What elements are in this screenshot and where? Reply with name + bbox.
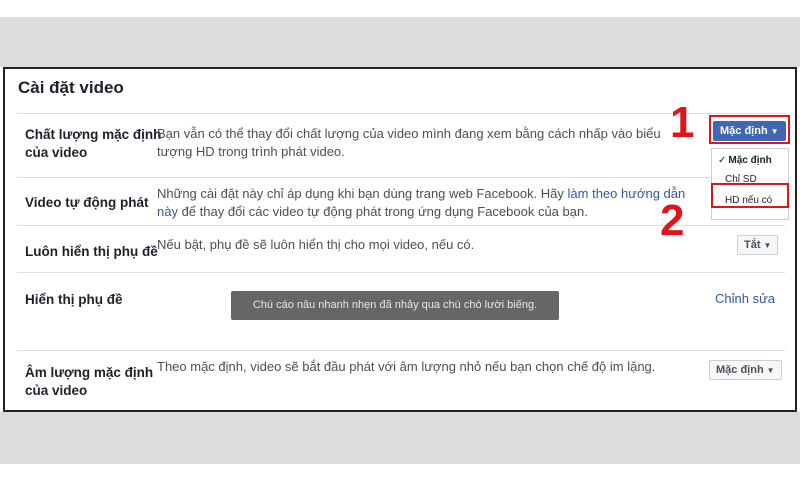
default-quality-label-line2: của video bbox=[25, 145, 88, 160]
always-show-captions-toggle[interactable]: Tắt ▼ bbox=[737, 235, 779, 255]
autoplay-guide-link-cont[interactable]: này bbox=[157, 204, 178, 219]
default-volume-dropdown-label: Mặc định bbox=[716, 364, 764, 376]
caption-preview: Chú cáo nâu nhanh nhẹn đã nhảy qua chú c… bbox=[231, 291, 559, 320]
step-1-annotation: 1 bbox=[670, 98, 695, 147]
default-quality-description-line2: tượng HD trong trình phát video. bbox=[157, 144, 345, 159]
default-volume-description: Theo mặc định, video sẽ bắt đầu phát với… bbox=[157, 359, 656, 374]
autoplay-description-line1: Những cài đặt này chỉ áp dụng khi bạn dù… bbox=[157, 186, 686, 201]
step-2-annotation: 2 bbox=[660, 196, 685, 245]
caret-down-icon: ▼ bbox=[763, 241, 772, 250]
default-quality-label-line1: Chất lượng mặc định bbox=[25, 127, 162, 142]
default-volume-label: Âm lượng mặc định của video bbox=[25, 364, 153, 400]
bottom-background-band bbox=[0, 412, 800, 464]
highlight-box-hd-option bbox=[711, 183, 789, 208]
caption-edit-link[interactable]: Chỉnh sửa bbox=[715, 291, 775, 306]
highlight-box-quality-dropdown bbox=[709, 115, 790, 144]
default-volume-label-line2: của video bbox=[25, 383, 88, 398]
always-show-captions-toggle-label: Tắt bbox=[744, 239, 761, 251]
default-quality-label: Chất lượng mặc định của video bbox=[25, 126, 161, 162]
autoplay-description-line2: này để thay đổi các video tự động phát t… bbox=[157, 204, 588, 219]
always-show-captions-label: Luôn hiển thị phụ đề bbox=[25, 244, 158, 259]
quality-option-default[interactable]: ✓ Mặc định bbox=[718, 155, 772, 166]
default-volume-label-line1: Âm lượng mặc định bbox=[25, 365, 154, 380]
caption-display-label: Hiển thị phụ đề bbox=[25, 292, 123, 307]
top-background-band bbox=[0, 17, 800, 67]
always-show-captions-description: Nếu bật, phụ đề sẽ luôn hiển thị cho mọi… bbox=[157, 237, 475, 252]
caret-down-icon: ▼ bbox=[766, 366, 775, 375]
autoplay-label: Video tự động phát bbox=[25, 195, 149, 210]
default-quality-description: Bạn vẫn có thể thay đổi chất lượng của v… bbox=[157, 125, 697, 161]
autoplay-description: Những cài đặt này chỉ áp dụng khi bạn dù… bbox=[157, 185, 697, 221]
divider bbox=[17, 177, 785, 178]
default-quality-description-line1: Bạn vẫn có thể thay đổi chất lượng của v… bbox=[157, 126, 661, 141]
video-settings-panel: Cài đặt video Chất lượng mặc định của vi… bbox=[3, 67, 797, 412]
default-volume-dropdown[interactable]: Mặc định ▼ bbox=[709, 360, 782, 380]
divider bbox=[17, 272, 785, 273]
check-icon: ✓ bbox=[718, 155, 727, 166]
divider bbox=[17, 350, 785, 351]
page-title: Cài đặt video bbox=[18, 78, 124, 97]
